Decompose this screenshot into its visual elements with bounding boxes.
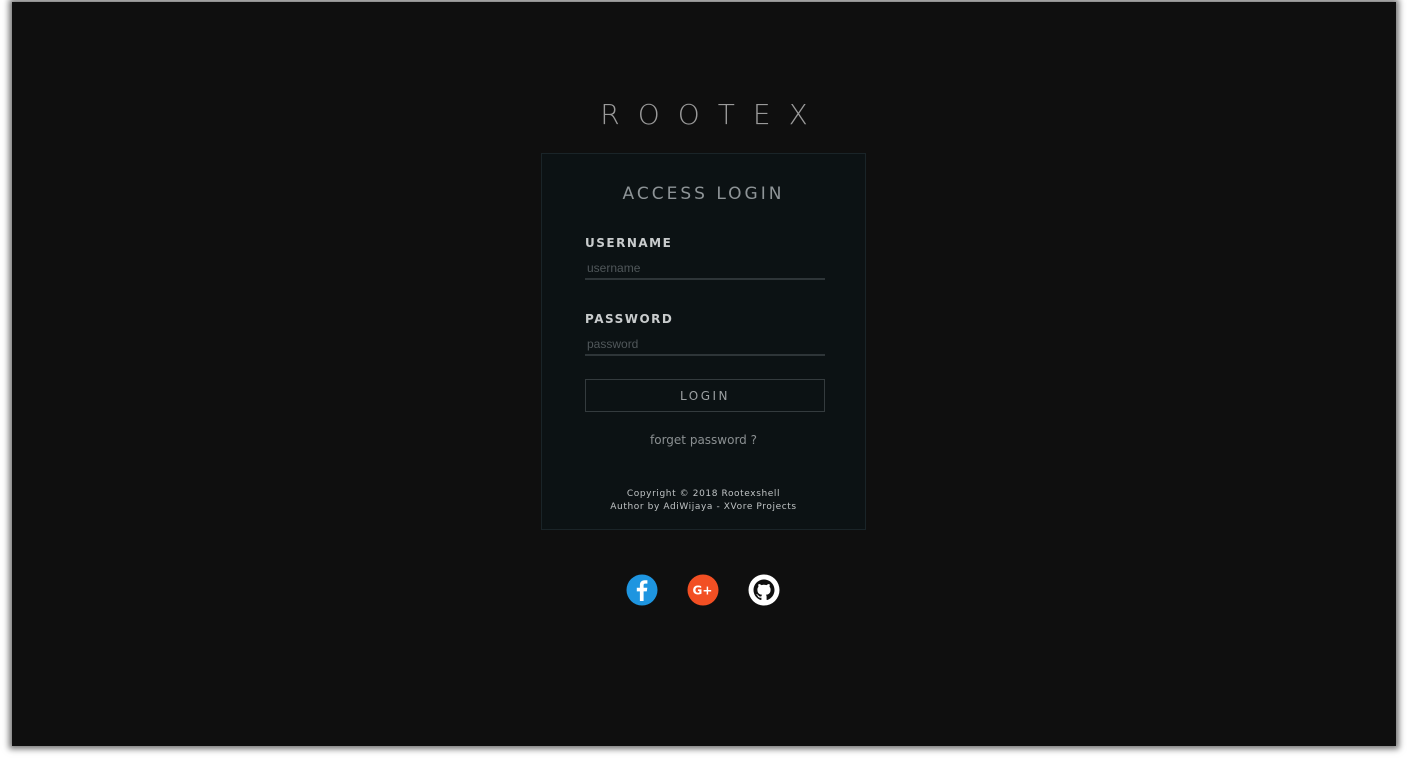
facebook-icon[interactable] [626, 574, 658, 606]
login-card: ACCESS LOGIN USERNAME PASSWORD LOGIN for… [541, 153, 866, 530]
username-input[interactable] [585, 258, 825, 280]
copyright-text: Copyright © 2018 Rootexshell [626, 489, 781, 499]
password-input[interactable] [585, 334, 825, 356]
username-label: USERNAME [585, 236, 673, 250]
brand-title: ROOTEX [600, 98, 826, 131]
page-frame: ROOTEX ACCESS LOGIN USERNAME PASSWORD LO… [12, 2, 1396, 746]
login-button[interactable]: LOGIN [585, 379, 825, 412]
google-plus-icon[interactable]: G+ [687, 574, 719, 606]
social-links: G+ [626, 574, 782, 606]
forget-password-link[interactable]: forget password ? [542, 433, 865, 447]
login-title: ACCESS LOGIN [622, 184, 785, 204]
github-icon[interactable] [748, 574, 780, 606]
author-text: Author by AdiWijaya - XVore Projects [610, 502, 797, 512]
svg-text:G+: G+ [693, 584, 713, 598]
password-label: PASSWORD [585, 312, 674, 326]
